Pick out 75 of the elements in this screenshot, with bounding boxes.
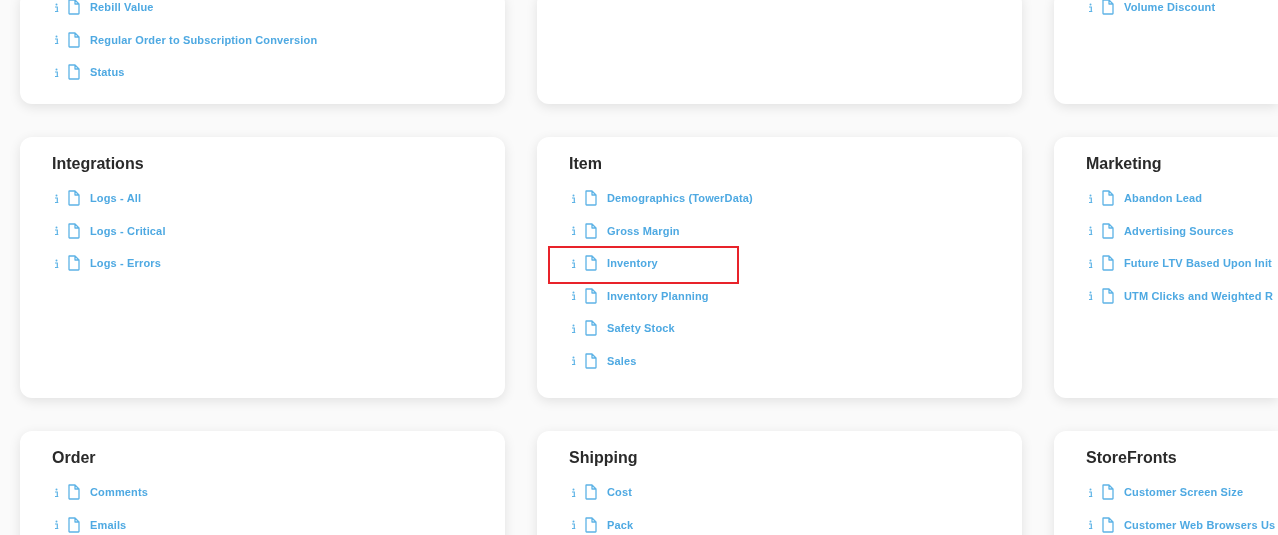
info-icon[interactable]: [54, 225, 59, 237]
document-icon: [67, 190, 80, 207]
document-icon: [584, 516, 597, 533]
report-link[interactable]: Emails: [90, 516, 127, 533]
report-link[interactable]: Gross Margin: [607, 222, 680, 239]
report-link[interactable]: Comments: [90, 484, 149, 501]
report-link[interactable]: Demographics (TowerData): [607, 190, 753, 207]
report-link[interactable]: Pack: [607, 516, 634, 533]
report-link[interactable]: Customer Screen Size: [1124, 484, 1244, 501]
info-icon[interactable]: [1088, 486, 1093, 498]
document-icon: [1101, 0, 1114, 16]
info-icon[interactable]: [1088, 257, 1093, 269]
document-icon: [67, 222, 80, 239]
document-icon: [1101, 222, 1114, 239]
report-link[interactable]: Status: [90, 64, 125, 81]
info-icon[interactable]: [571, 192, 576, 204]
info-icon[interactable]: [571, 257, 576, 269]
document-icon: [67, 255, 80, 272]
document-icon: [67, 516, 80, 533]
document-icon: [1101, 516, 1114, 533]
card-title: StoreFronts: [1086, 448, 1177, 468]
document-icon: [584, 320, 597, 337]
document-icon: [584, 190, 597, 207]
report-link[interactable]: Logs - All: [90, 190, 142, 207]
info-icon[interactable]: [54, 192, 59, 204]
report-link[interactable]: Sales: [607, 352, 637, 369]
info-icon[interactable]: [54, 257, 59, 269]
report-link[interactable]: Regular Order to Subscription Conversion: [90, 31, 318, 48]
info-icon[interactable]: [571, 322, 576, 334]
info-icon[interactable]: [1088, 519, 1093, 531]
document-icon: [584, 484, 597, 501]
info-icon[interactable]: [571, 290, 576, 302]
document-icon: [1101, 190, 1114, 207]
report-link[interactable]: UTM Clicks and Weighted R: [1124, 287, 1273, 304]
info-icon[interactable]: [54, 66, 59, 78]
report-link[interactable]: Abandon Lead: [1124, 190, 1203, 207]
report-link[interactable]: Future LTV Based Upon Init: [1124, 255, 1272, 272]
card-title: Marketing: [1086, 154, 1162, 174]
document-icon: [1101, 255, 1114, 272]
report-link[interactable]: Safety Stock: [607, 320, 675, 337]
info-icon[interactable]: [571, 486, 576, 498]
info-icon[interactable]: [571, 225, 576, 237]
info-icon[interactable]: [54, 519, 59, 531]
info-icon[interactable]: [1088, 290, 1093, 302]
info-icon[interactable]: [1088, 1, 1093, 13]
document-icon: [67, 484, 80, 501]
document-icon: [1101, 287, 1114, 304]
document-icon: [67, 0, 80, 16]
document-icon: [584, 352, 597, 369]
report-link[interactable]: Cost: [607, 484, 633, 501]
document-icon: [67, 31, 80, 48]
info-icon[interactable]: [54, 34, 59, 46]
report-link[interactable]: Inventory Planning: [607, 287, 709, 304]
report-link[interactable]: Logs - Errors: [90, 255, 162, 272]
document-icon: [584, 255, 597, 272]
card-title: Order: [52, 448, 96, 468]
card-title: Shipping: [569, 448, 638, 468]
info-icon[interactable]: [1088, 225, 1093, 237]
card-title: Integrations: [52, 154, 144, 174]
document-icon: [584, 222, 597, 239]
info-icon[interactable]: [571, 519, 576, 531]
info-icon[interactable]: [571, 355, 576, 367]
report-link[interactable]: Rebill Value: [90, 0, 154, 16]
report-link[interactable]: Inventory: [607, 255, 658, 272]
document-icon: [584, 287, 597, 304]
info-icon[interactable]: [1088, 192, 1093, 204]
report-link[interactable]: Advertising Sources: [1124, 222, 1234, 239]
card-title: Item: [569, 154, 602, 174]
report-link[interactable]: Volume Discount: [1124, 0, 1216, 16]
info-icon[interactable]: [54, 486, 59, 498]
document-icon: [67, 64, 80, 81]
document-icon: [1101, 484, 1114, 501]
info-icon[interactable]: [54, 1, 59, 13]
report-link[interactable]: Logs - Critical: [90, 222, 166, 239]
report-link[interactable]: Customer Web Browsers Us: [1124, 516, 1276, 533]
